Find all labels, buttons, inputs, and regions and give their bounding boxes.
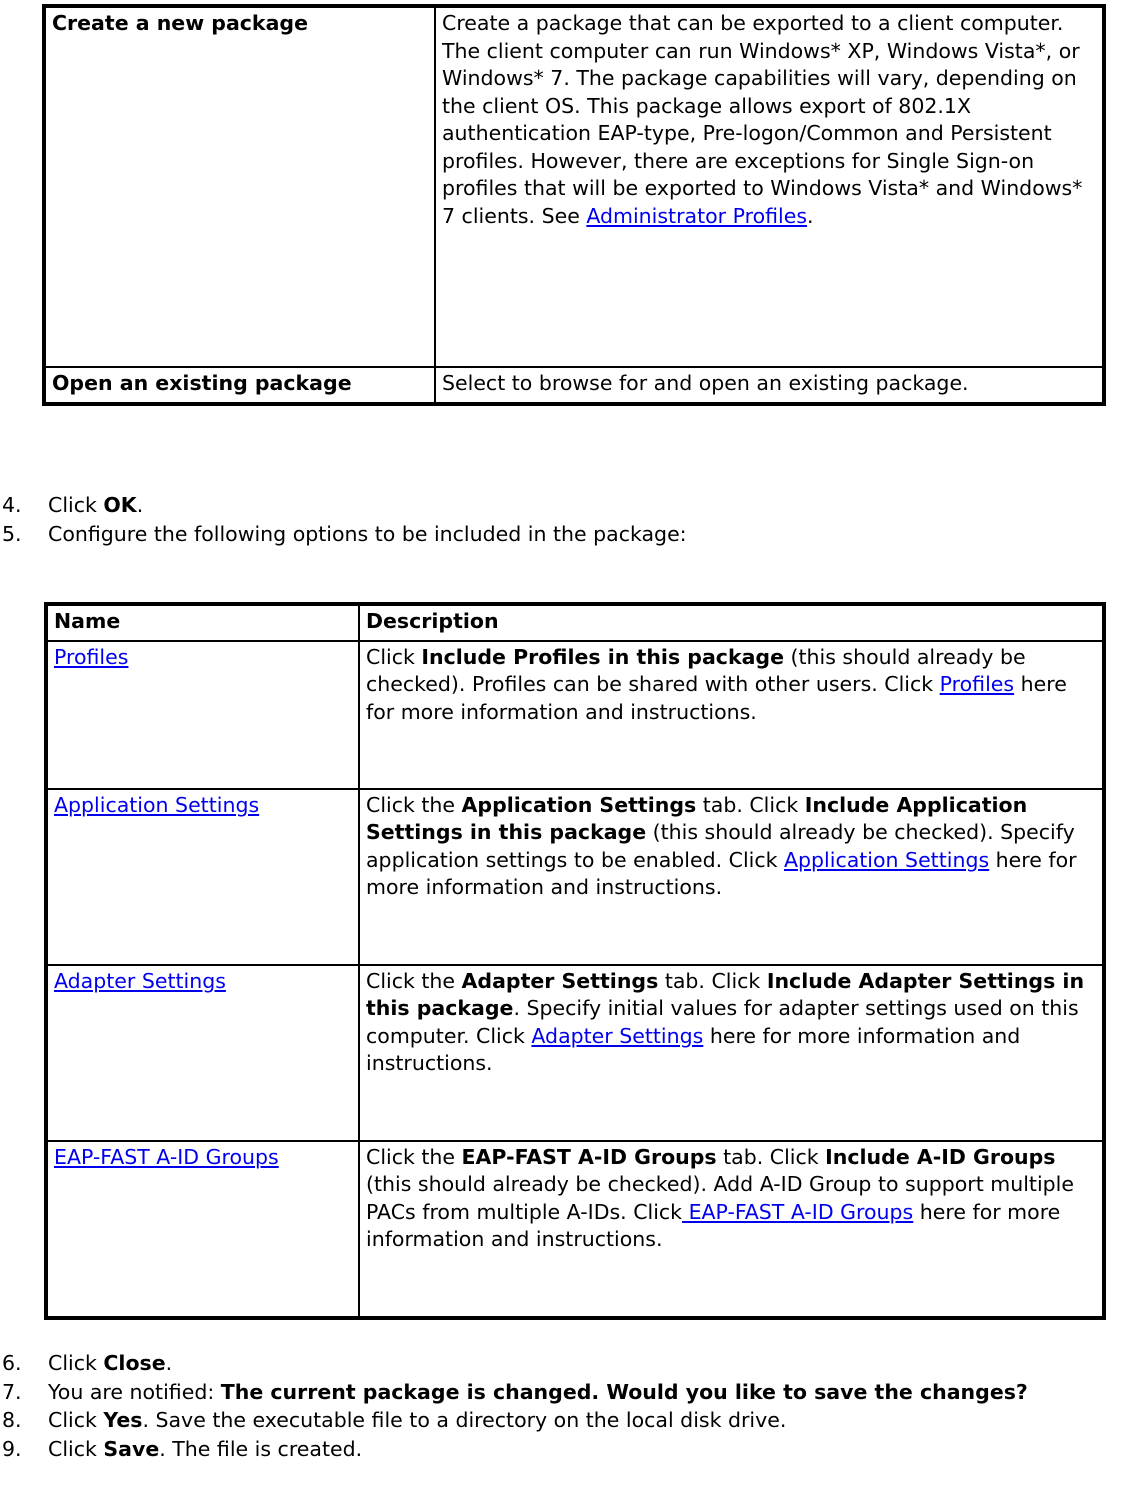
adapter-settings-name-link[interactable]: Adapter Settings <box>54 969 226 993</box>
list-item-text-post: . Save the executable file to a director… <box>142 1408 787 1433</box>
administrator-profiles-link[interactable]: Administrator Profiles <box>586 204 807 228</box>
package-options-table: Create a new package Create a package th… <box>42 4 1106 406</box>
table-row: EAP-FAST A-ID Groups Click the EAP-FAST … <box>47 1140 1103 1317</box>
application-settings-name-link[interactable]: Application Settings <box>54 793 259 817</box>
option-name-create-new-package: Create a new package <box>45 7 435 367</box>
list-item-number: 7. <box>2 1379 22 1404</box>
desc-bold1: Adapter Settings <box>461 968 659 993</box>
list-item-text-pre: Click <box>48 1408 104 1433</box>
table-header-row: Name Description <box>47 605 1103 641</box>
content-description-application-settings: Click the Application Settings tab. Clic… <box>359 788 1103 965</box>
desc-seg1: Click the <box>366 1144 462 1169</box>
column-header-name: Name <box>47 605 359 641</box>
list-item-number: 5. <box>2 521 22 546</box>
content-description-adapter-settings: Click the Adapter Settings tab. Click In… <box>359 964 1103 1141</box>
list-item-number: 4. <box>2 493 22 517</box>
desc-seg1: Click the <box>366 968 462 993</box>
list-item-text-post: . <box>136 493 144 517</box>
package-contents-table: Name Description Profiles Click Include … <box>44 602 1106 1320</box>
steps-list-top: 4. Click OK. 5. Configure the following op… <box>0 492 1142 549</box>
desc-bold1: Application Settings <box>461 792 697 817</box>
desc-bold2: Include A-ID Groups <box>825 1144 1056 1169</box>
list-item-number: 8. <box>2 1408 22 1433</box>
profiles-inline-link[interactable]: Profiles <box>940 672 1014 696</box>
description-text-part2: . <box>807 203 814 228</box>
list-item-text-pre: Configure the following options to be in… <box>48 521 687 546</box>
desc-seg1b: tab. Click <box>716 1144 826 1169</box>
list-item-text-bold: Yes <box>103 1408 143 1433</box>
option-name-open-existing-package: Open an existing package <box>45 367 435 403</box>
list-item-text-pre: You are notified: <box>48 1379 221 1404</box>
table-row: Profiles Click Include Profiles in this … <box>47 640 1103 789</box>
profiles-name-link[interactable]: Profiles <box>54 645 128 669</box>
list-item-text-bold: The current package is changed. Would yo… <box>220 1379 1028 1404</box>
eap-fast-aid-groups-name-link[interactable]: EAP-FAST A-ID Groups <box>54 1145 279 1169</box>
list-item: 7. You are notified: The current package … <box>0 1379 1142 1407</box>
option-description-create-new-package: Create a package that can be exported to… <box>435 7 1103 367</box>
table-row: Create a new package Create a package th… <box>45 7 1103 367</box>
content-description-eap-fast-aid-groups: Click the EAP-FAST A-ID Groups tab. Clic… <box>359 1140 1103 1317</box>
content-name-adapter-settings: Adapter Settings <box>47 964 359 1141</box>
list-item: 4. Click OK. <box>0 492 1142 520</box>
list-item: 6. Click Close. <box>0 1350 1142 1378</box>
content-description-profiles: Click Include Profiles in this package (… <box>359 640 1103 789</box>
eap-fast-aid-groups-inline-link[interactable]: EAP-FAST A-ID Groups <box>682 1200 914 1224</box>
list-item: 9. Click Save. The file is created. <box>0 1436 1142 1464</box>
desc-seg1b: tab. Click <box>658 968 767 993</box>
content-name-eap-fast-aid-groups: EAP-FAST A-ID Groups <box>47 1140 359 1317</box>
content-name-profiles: Profiles <box>47 640 359 789</box>
desc-bold1: EAP-FAST A-ID Groups <box>461 1144 717 1169</box>
table-row: Open an existing package Select to brows… <box>45 367 1103 403</box>
list-item-text-post: . <box>165 1351 173 1375</box>
table-row: Application Settings Click the Applicati… <box>47 788 1103 965</box>
list-item-text-bold: Save <box>103 1436 160 1461</box>
list-item-text-pre: Click <box>48 1436 104 1461</box>
list-item-text-pre: Click <box>48 493 104 517</box>
desc-seg1: Click the <box>366 792 462 817</box>
list-item: 8. Click Yes. Save the executable file to… <box>0 1407 1142 1435</box>
table-row: Adapter Settings Click the Adapter Setti… <box>47 964 1103 1141</box>
list-item-number: 9. <box>2 1436 22 1461</box>
adapter-settings-inline-link[interactable]: Adapter Settings <box>531 1024 703 1048</box>
desc-seg1b: tab. Click <box>696 792 805 817</box>
steps-list-bottom: 6. Click Close. 7. You are notified: The c… <box>0 1350 1142 1464</box>
list-item-text-bold: OK <box>103 493 137 517</box>
list-item-text-bold: Close <box>103 1351 166 1375</box>
list-item-text-post: . The file is created. <box>159 1436 363 1461</box>
option-description-open-existing-package: Select to browse for and open an existin… <box>435 367 1103 403</box>
application-settings-inline-link[interactable]: Application Settings <box>784 848 989 872</box>
description-text-part1: Create a package that can be exported to… <box>442 11 1083 228</box>
document-page: Create a new package Create a package th… <box>0 0 1142 1499</box>
column-header-description: Description <box>359 605 1103 641</box>
list-item-text-pre: Click <box>48 1351 104 1375</box>
content-name-application-settings: Application Settings <box>47 788 359 965</box>
list-item-number: 6. <box>2 1351 22 1375</box>
list-item: 5. Configure the following options to be … <box>0 521 1142 549</box>
desc-seg1: Click <box>366 644 422 669</box>
desc-bold1: Include Profiles in this package <box>421 644 784 669</box>
